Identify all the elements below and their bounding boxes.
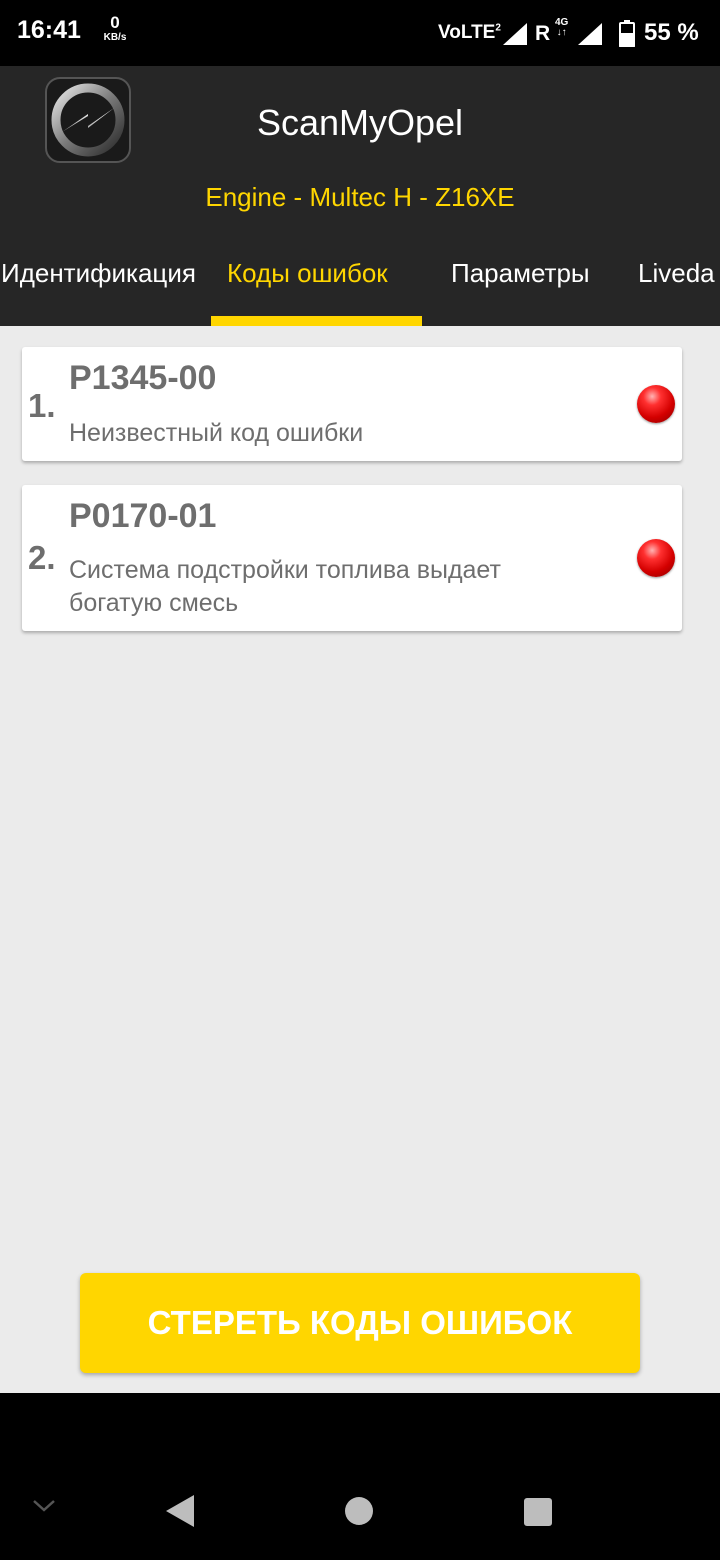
fault-code: P0170-01: [69, 497, 217, 535]
fault-description: Неизвестный код ошибки: [69, 419, 364, 447]
signal-icon: [578, 23, 602, 45]
status-bar: 16:41 0 KB/s VoLTE2 R 4G ↓↑ 55 %: [0, 0, 720, 66]
battery-icon: [619, 20, 635, 47]
signal-icon: [503, 23, 527, 45]
network-speed: 0 KB/s: [98, 14, 132, 43]
network-speed-unit: KB/s: [103, 32, 127, 43]
home-icon[interactable]: [344, 1496, 374, 1526]
tab-fault-codes[interactable]: Коды ошибок: [227, 244, 388, 326]
ecu-subtitle: Engine - Multec H - Z16XE: [205, 182, 515, 212]
volte-sim: 2: [495, 22, 501, 34]
clear-fault-codes-button[interactable]: СТЕРЕТЬ КОДЫ ОШИБОК: [80, 1273, 640, 1373]
recents-icon[interactable]: [523, 1497, 553, 1527]
app-header: ScanMyOpel Engine - Multec H - Z16XE Иде…: [0, 66, 720, 326]
app-title: ScanMyOpel: [256, 102, 464, 143]
fault-index: 2.: [28, 539, 56, 576]
back-icon[interactable]: [164, 1494, 196, 1528]
tab-bar: Идентификация Коды ошибок Параметры Live…: [0, 244, 720, 326]
network-type: 4G ↓↑: [555, 18, 568, 38]
fault-index: 1.: [28, 387, 56, 424]
tab-livedata[interactable]: Liveda: [638, 244, 715, 326]
network-speed-value: 0: [110, 13, 120, 32]
tab-parameters[interactable]: Параметры: [451, 244, 590, 326]
red-led-icon: [637, 385, 675, 423]
battery-level: 55 %: [644, 19, 699, 46]
fault-card[interactable]: 2. P0170-01 Система подстройки топлива в…: [22, 485, 682, 631]
navigation-bar: [0, 1393, 720, 1560]
red-led-icon: [637, 539, 675, 577]
active-tab-indicator: [211, 316, 422, 326]
status-time: 16:41: [17, 16, 81, 44]
volte-indicator: VoLTE2: [438, 22, 501, 44]
fault-description: Система подстройки топлива выдает богату…: [69, 556, 501, 617]
volte-label: VoLTE: [438, 22, 496, 43]
data-arrows-icon: ↓↑: [556, 27, 567, 38]
tab-identification[interactable]: Идентификация: [1, 244, 196, 326]
chevron-down-icon[interactable]: [32, 1499, 56, 1513]
fault-code: P1345-00: [69, 359, 217, 397]
roaming-indicator: R: [535, 22, 551, 45]
fault-card[interactable]: 1. P1345-00 Неизвестный код ошибки: [22, 347, 682, 461]
